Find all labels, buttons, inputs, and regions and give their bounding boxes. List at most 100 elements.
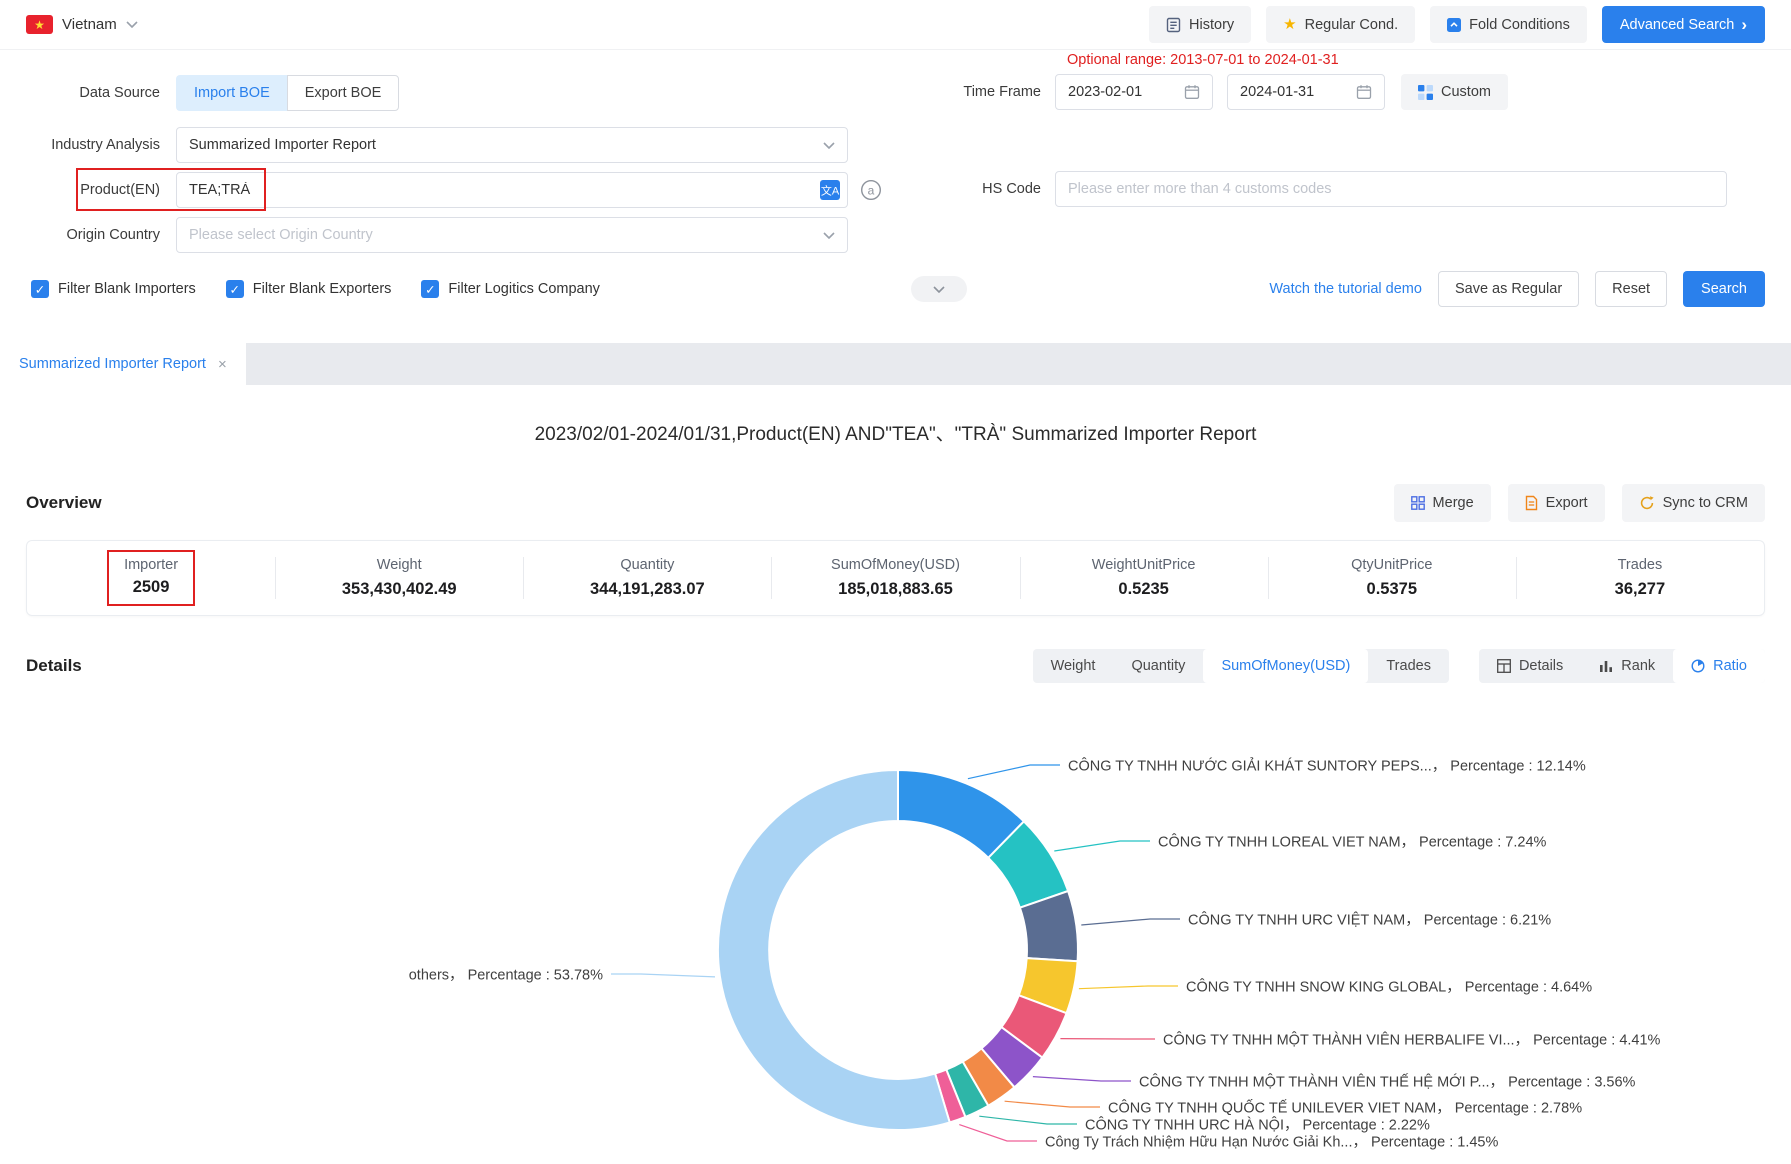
industry-analysis-value: Summarized Importer Report xyxy=(189,137,376,153)
date-from-value: 2023-02-01 xyxy=(1068,84,1142,100)
hs-code-label: HS Code xyxy=(945,181,1055,197)
history-label: History xyxy=(1189,17,1234,33)
tab-summarized-importer-report[interactable]: Summarized Importer Report × xyxy=(0,343,246,385)
date-from-input[interactable]: 2023-02-01 xyxy=(1055,74,1213,110)
leader-line xyxy=(611,974,715,977)
search-form: Optional range: 2013-07-01 to 2024-01-31… xyxy=(0,50,1791,322)
leader-line xyxy=(1079,986,1178,989)
chart-label-10: others， Percentage : 53.78% xyxy=(409,964,603,985)
tab-bar: Summarized Importer Report × xyxy=(0,343,1791,385)
fold-icon xyxy=(1447,18,1461,32)
history-icon xyxy=(1166,17,1181,33)
export-boe-tab[interactable]: Export BOE xyxy=(287,75,400,111)
date-to-input[interactable]: 2024-01-31 xyxy=(1227,74,1385,110)
translate-icon[interactable]: 文A xyxy=(820,180,840,203)
tab-label: Summarized Importer Report xyxy=(19,356,206,372)
date-to-value: 2024-01-31 xyxy=(1240,84,1314,100)
top-navbar: ★ Vietnam History ★ Regular Cond. Fold C… xyxy=(0,0,1791,50)
details-heading: Details xyxy=(26,656,82,676)
stat-trades: Trades 36,277 xyxy=(1516,541,1764,615)
industry-analysis-select[interactable]: Summarized Importer Report xyxy=(176,127,848,163)
history-button[interactable]: History xyxy=(1149,6,1251,43)
checkbox-checked-icon: ✓ xyxy=(421,280,439,298)
save-as-regular-button[interactable]: Save as Regular xyxy=(1438,271,1579,307)
merge-button[interactable]: Merge xyxy=(1394,484,1491,522)
merge-icon xyxy=(1411,496,1425,510)
fold-conditions-label: Fold Conditions xyxy=(1469,17,1570,33)
data-source-segmented: Import BOE Export BOE xyxy=(176,75,399,111)
donut-slice-10[interactable] xyxy=(718,770,950,1130)
stat-label: Trades xyxy=(1618,557,1663,573)
vietnam-flag-icon: ★ xyxy=(26,15,53,34)
export-icon xyxy=(1525,495,1538,511)
overview-header: Overview Merge Export Sync to CRM xyxy=(0,484,1791,522)
metric-tab-trades[interactable]: Trades xyxy=(1368,649,1449,683)
metric-tab-quantity[interactable]: Quantity xyxy=(1113,649,1203,683)
custom-range-button[interactable]: Custom xyxy=(1401,74,1508,110)
advanced-search-button[interactable]: Advanced Search › xyxy=(1602,6,1765,43)
stat-value: 344,191,283.07 xyxy=(590,580,705,599)
stat-value: 185,018,883.65 xyxy=(838,580,953,599)
filter-blank-importers-checkbox[interactable]: ✓ Filter Blank Importers xyxy=(31,280,196,298)
data-source-label: Data Source xyxy=(0,85,176,101)
leader-line xyxy=(1033,1077,1131,1081)
reset-button[interactable]: Reset xyxy=(1595,271,1667,307)
chart-label-2: CÔNG TY TNHH LOREAL VIET NAM， Percentage… xyxy=(1158,831,1546,852)
search-button[interactable]: Search xyxy=(1683,271,1765,307)
optional-range-text: Optional range: 2013-07-01 to 2024-01-31 xyxy=(1067,52,1339,68)
view-tab-rank-label: Rank xyxy=(1621,658,1655,674)
stat-qtyunitprice: QtyUnitPrice 0.5375 xyxy=(1268,541,1516,615)
ratio-pie-icon xyxy=(1691,659,1705,673)
country-selector[interactable]: ★ Vietnam xyxy=(26,15,138,34)
tutorial-link[interactable]: Watch the tutorial demo xyxy=(1269,281,1422,297)
stat-value: 2509 xyxy=(133,578,170,597)
time-frame-label: Time Frame xyxy=(945,84,1055,100)
close-icon[interactable]: × xyxy=(218,357,227,372)
metric-tab-sumofmoney[interactable]: SumOfMoney(USD) xyxy=(1203,649,1368,683)
sync-icon xyxy=(1639,495,1655,511)
rank-bars-icon xyxy=(1599,659,1613,673)
custom-grid-icon xyxy=(1418,85,1433,100)
export-button[interactable]: Export xyxy=(1508,484,1605,522)
fuzzy-match-icon[interactable]: a xyxy=(860,179,882,201)
details-header: Details Weight Quantity SumOfMoney(USD) … xyxy=(0,646,1791,686)
chart-label-4: CÔNG TY TNHH SNOW KING GLOBAL， Percentag… xyxy=(1186,976,1592,997)
stat-label: Weight xyxy=(377,557,422,573)
origin-country-select[interactable]: Please select Origin Country xyxy=(176,217,848,253)
stat-quantity: Quantity 344,191,283.07 xyxy=(523,541,771,615)
product-input[interactable] xyxy=(176,172,848,208)
sync-to-crm-button[interactable]: Sync to CRM xyxy=(1622,484,1765,522)
stat-value: 36,277 xyxy=(1615,580,1665,599)
filter-blank-exporters-checkbox[interactable]: ✓ Filter Blank Exporters xyxy=(226,280,392,298)
stat-value: 353,430,402.49 xyxy=(342,580,457,599)
leader-line xyxy=(979,1116,1077,1124)
view-tab-rank[interactable]: Rank xyxy=(1581,649,1673,683)
stat-label: SumOfMoney(USD) xyxy=(831,557,960,573)
calendar-icon[interactable] xyxy=(1184,84,1200,100)
stat-sumofmoney: SumOfMoney(USD) 185,018,883.65 xyxy=(771,541,1019,615)
chevron-right-icon: › xyxy=(1741,16,1747,33)
import-boe-tab[interactable]: Import BOE xyxy=(176,75,287,111)
hs-code-input[interactable] xyxy=(1055,171,1727,207)
filter-logitics-company-checkbox[interactable]: ✓ Filter Logitics Company xyxy=(421,280,600,298)
stat-value: 0.5375 xyxy=(1367,580,1417,599)
importer-annotation-box: Importer 2509 xyxy=(107,550,195,606)
metric-tab-weight[interactable]: Weight xyxy=(1033,649,1114,683)
filter-logitics-company-label: Filter Logitics Company xyxy=(448,281,600,297)
view-tab-details-label: Details xyxy=(1519,658,1563,674)
regular-cond-button[interactable]: ★ Regular Cond. xyxy=(1266,6,1415,43)
view-tab-details[interactable]: Details xyxy=(1479,649,1581,683)
chart-label-6: CÔNG TY TNHH MỘT THÀNH VIÊN THẾ HỆ MỚI P… xyxy=(1139,1071,1635,1092)
calendar-icon[interactable] xyxy=(1356,84,1372,100)
custom-range-label: Custom xyxy=(1441,84,1491,100)
expand-conditions-button[interactable] xyxy=(911,276,967,302)
fold-conditions-button[interactable]: Fold Conditions xyxy=(1430,6,1587,43)
star-icon: ★ xyxy=(1283,17,1296,32)
chart-label-1: CÔNG TY TNHH NƯỚC GIẢI KHÁT SUNTORY PEPS… xyxy=(1068,755,1586,776)
report-title: 2023/02/01-2024/01/31,Product(EN) AND"TE… xyxy=(0,419,1791,446)
chevron-down-icon xyxy=(823,232,835,239)
metric-toggle-group: Weight Quantity SumOfMoney(USD) Trades xyxy=(1033,649,1449,683)
stat-label: Importer xyxy=(124,557,178,573)
view-tab-ratio-label: Ratio xyxy=(1713,658,1747,674)
view-tab-ratio[interactable]: Ratio xyxy=(1673,649,1765,683)
